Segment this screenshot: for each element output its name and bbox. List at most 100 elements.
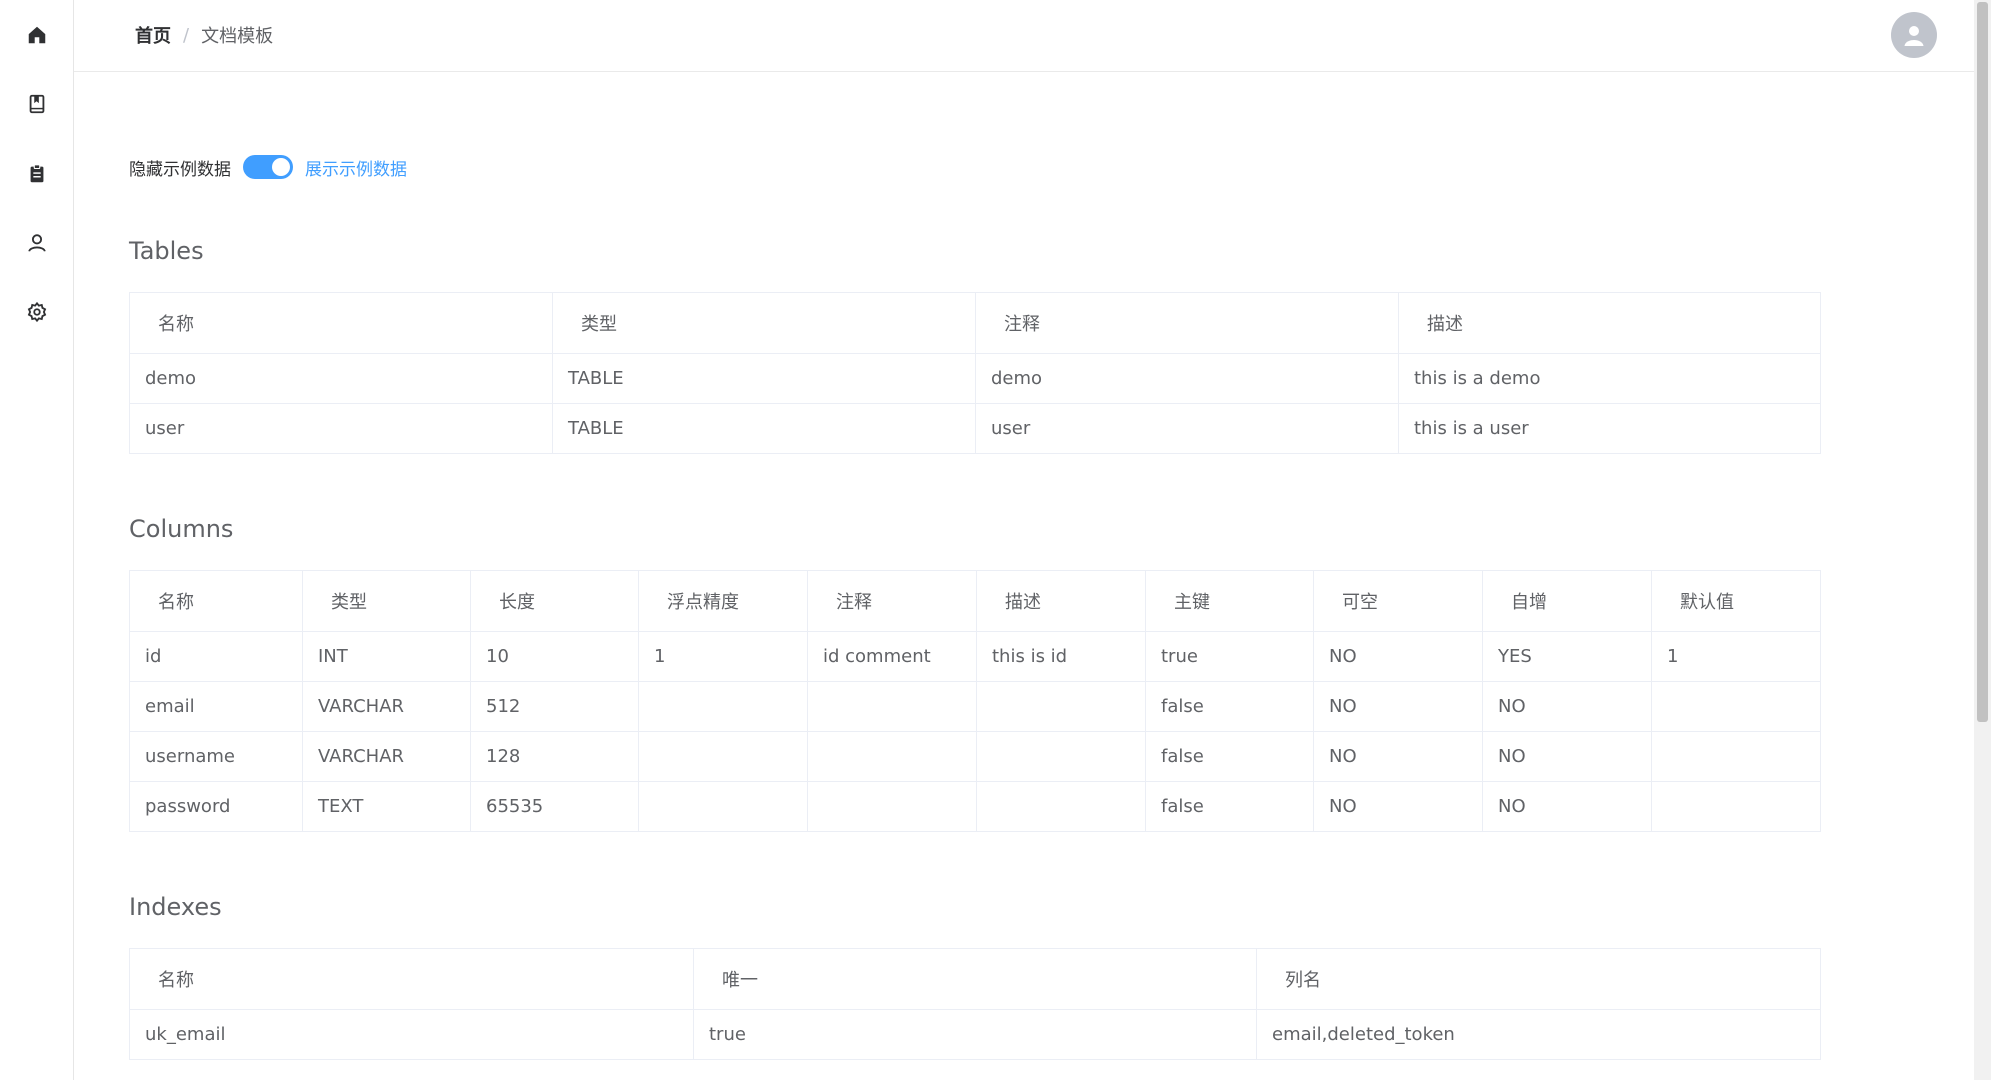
table-cell: NO xyxy=(1313,631,1483,682)
column-header: 注释 xyxy=(975,292,1399,354)
columns-table: 名称 类型 长度 浮点精度 注释 描述 主键 可空 自增 默认值 id INT 10 1 id comme… xyxy=(129,570,1821,832)
table-cell xyxy=(807,681,977,732)
table-cell xyxy=(638,681,808,732)
sample-data-toggle-row: 隐藏示例数据 展示示例数据 xyxy=(129,152,407,182)
table-cell: this is a demo xyxy=(1398,353,1821,404)
table-cell: this is a user xyxy=(1398,403,1821,454)
table-cell: demo xyxy=(129,353,553,404)
gear-icon xyxy=(27,301,46,323)
table-cell: password xyxy=(129,781,303,832)
column-header: 类型 xyxy=(302,570,471,632)
hide-sample-label[interactable]: 隐藏示例数据 xyxy=(129,155,231,180)
column-header: 自增 xyxy=(1482,570,1652,632)
table-cell xyxy=(976,731,1146,782)
table-cell: NO xyxy=(1313,731,1483,782)
table-cell: true xyxy=(693,1009,1257,1060)
column-header: 唯一 xyxy=(693,948,1257,1010)
table-cell: id xyxy=(129,631,303,682)
column-header: 可空 xyxy=(1313,570,1483,632)
table-cell xyxy=(638,781,808,832)
table-row: username VARCHAR 128 false NO NO xyxy=(129,731,1821,782)
table-cell: NO xyxy=(1313,681,1483,732)
column-header: 长度 xyxy=(470,570,639,632)
table-row: user TABLE user this is a user xyxy=(129,403,1821,454)
avatar-user-icon xyxy=(1904,26,1924,46)
table-cell: user xyxy=(129,403,553,454)
table-cell: id comment xyxy=(807,631,977,682)
table-cell: this is id xyxy=(976,631,1146,682)
table-cell: NO xyxy=(1482,681,1652,732)
table-cell: true xyxy=(1145,631,1314,682)
table-cell: NO xyxy=(1482,781,1652,832)
table-cell: TABLE xyxy=(552,403,976,454)
avatar[interactable] xyxy=(1891,12,1937,58)
table-cell: false xyxy=(1145,681,1314,732)
breadcrumb-home[interactable]: 首页 xyxy=(135,22,171,48)
show-sample-label[interactable]: 展示示例数据 xyxy=(305,155,407,180)
table-cell: 65535 xyxy=(470,781,639,832)
table-cell xyxy=(976,681,1146,732)
tables-table: 名称 类型 注释 描述 demo TABLE demo this is a demo user… xyxy=(129,292,1821,454)
table-cell xyxy=(1651,781,1821,832)
nav-users[interactable] xyxy=(0,218,73,268)
table-row: id INT 10 1 id comment this is id true NO YES 1 xyxy=(129,631,1821,682)
sample-data-switch[interactable] xyxy=(243,155,293,179)
table-cell: 512 xyxy=(470,681,639,732)
scrollbar-thumb[interactable] xyxy=(1977,2,1988,722)
column-header: 类型 xyxy=(552,292,976,354)
nav-docs[interactable] xyxy=(0,79,73,129)
breadcrumb-separator: / xyxy=(183,24,190,46)
nav-templates[interactable] xyxy=(0,149,73,199)
table-cell xyxy=(807,731,977,782)
user-icon xyxy=(27,234,46,252)
clipboard-icon xyxy=(30,164,43,183)
column-header: 浮点精度 xyxy=(638,570,808,632)
columns-header-row: 名称 类型 长度 浮点精度 注释 描述 主键 可空 自增 默认值 xyxy=(129,570,1821,632)
indexes-table: 名称 唯一 列名 uk_email true email,deleted_token xyxy=(129,948,1821,1060)
table-cell: NO xyxy=(1482,731,1652,782)
table-cell: 10 xyxy=(470,631,639,682)
table-cell: username xyxy=(129,731,303,782)
table-cell: VARCHAR xyxy=(302,681,471,732)
table-cell: TABLE xyxy=(552,353,976,404)
breadcrumb-current: 文档模板 xyxy=(201,26,274,47)
table-row: uk_email true email,deleted_token xyxy=(129,1009,1821,1060)
table-cell xyxy=(1651,681,1821,732)
column-header: 描述 xyxy=(976,570,1146,632)
column-header: 默认值 xyxy=(1651,570,1821,632)
table-cell: false xyxy=(1145,781,1314,832)
table-cell: demo xyxy=(975,353,1399,404)
table-cell: 1 xyxy=(1651,631,1821,682)
table-cell: 1 xyxy=(638,631,808,682)
breadcrumb: 首页 / 文档模板 xyxy=(135,22,273,48)
table-cell xyxy=(807,781,977,832)
header: 首页 / 文档模板 xyxy=(74,0,1974,72)
columns-section-title: Columns xyxy=(129,515,234,543)
column-header: 主键 xyxy=(1145,570,1314,632)
tables-header-row: 名称 类型 注释 描述 xyxy=(129,292,1821,354)
page-scrollbar[interactable] xyxy=(1974,0,1991,1080)
table-cell: VARCHAR xyxy=(302,731,471,782)
table-cell: false xyxy=(1145,731,1314,782)
table-cell: NO xyxy=(1313,781,1483,832)
indexes-section-title: Indexes xyxy=(129,893,222,921)
table-cell: 128 xyxy=(470,731,639,782)
table-cell xyxy=(1651,731,1821,782)
nav-settings[interactable] xyxy=(0,287,73,337)
table-cell: INT xyxy=(302,631,471,682)
column-header: 注释 xyxy=(807,570,977,632)
table-cell: email,deleted_token xyxy=(1256,1009,1821,1060)
sidebar xyxy=(0,0,74,1080)
column-header: 列名 xyxy=(1256,948,1821,1010)
table-cell xyxy=(638,731,808,782)
table-row: password TEXT 65535 false NO NO xyxy=(129,781,1821,832)
table-cell: uk_email xyxy=(129,1009,694,1060)
column-header: 名称 xyxy=(129,570,303,632)
nav-home[interactable] xyxy=(0,10,73,60)
indexes-header-row: 名称 唯一 列名 xyxy=(129,948,1821,1010)
table-cell: user xyxy=(975,403,1399,454)
table-row: demo TABLE demo this is a demo xyxy=(129,353,1821,404)
column-header: 名称 xyxy=(129,948,694,1010)
home-icon xyxy=(28,26,45,44)
tables-section-title: Tables xyxy=(129,237,204,265)
